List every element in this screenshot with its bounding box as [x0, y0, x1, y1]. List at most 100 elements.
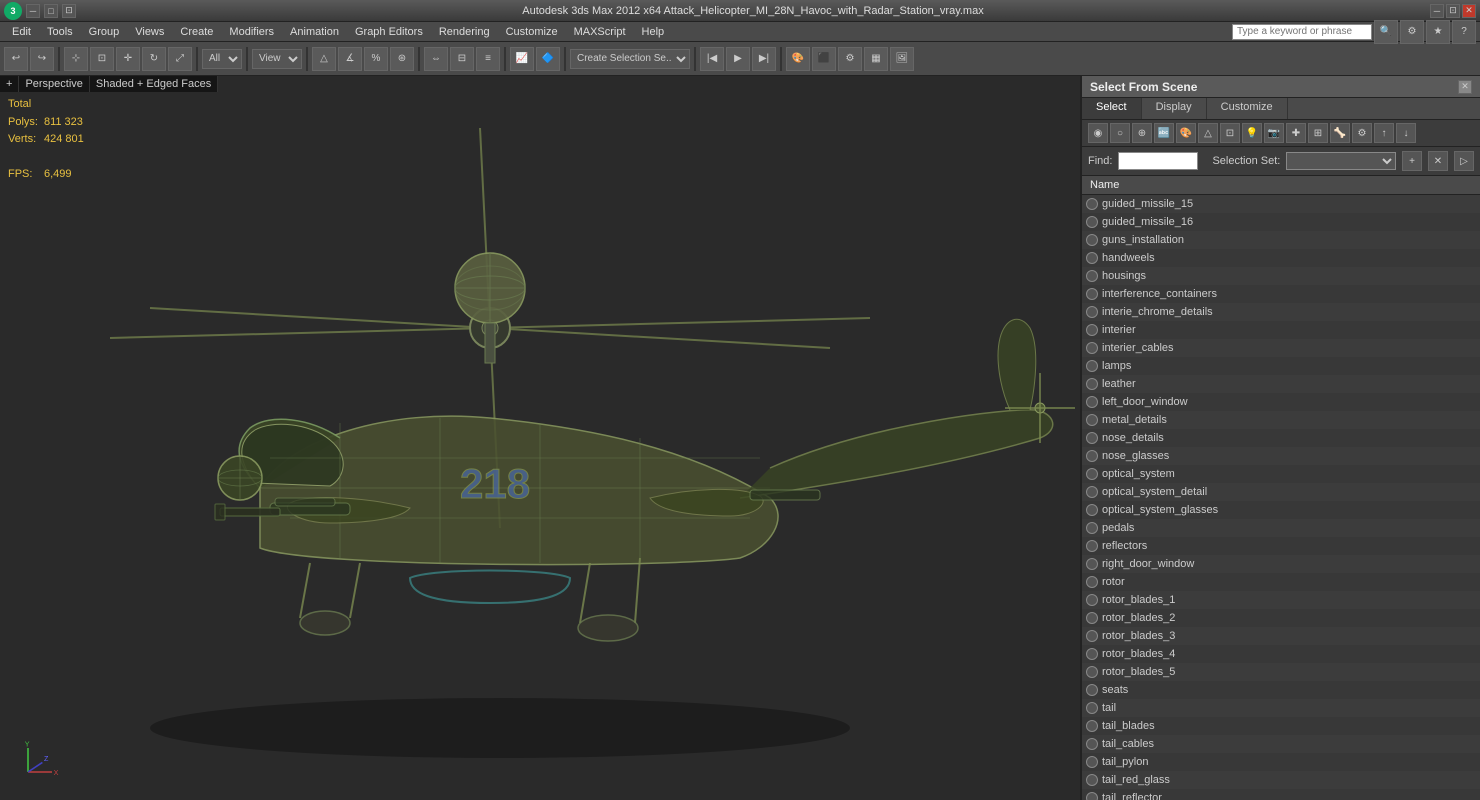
object-list[interactable]: guided_missile_15guided_missile_16guns_i…: [1082, 195, 1480, 800]
schematic-btn[interactable]: 🔷: [536, 47, 560, 71]
menu-tools[interactable]: Tools: [39, 24, 81, 40]
list-item[interactable]: guided_missile_15: [1082, 195, 1480, 213]
menu-help[interactable]: Help: [634, 24, 673, 40]
select-object-btn[interactable]: ⊹: [64, 47, 88, 71]
list-item[interactable]: interie_chrome_details: [1082, 303, 1480, 321]
render-btn[interactable]: 🎨: [786, 47, 810, 71]
viewport-perspective-tag[interactable]: Perspective: [19, 76, 89, 92]
layer-btn[interactable]: ≡: [476, 47, 500, 71]
list-item[interactable]: pedals: [1082, 519, 1480, 537]
invert-sel-btn[interactable]: ⊕: [1132, 123, 1152, 143]
move-btn[interactable]: ✛: [116, 47, 140, 71]
menu-modifiers[interactable]: Modifiers: [221, 24, 282, 40]
list-item[interactable]: optical_system_detail: [1082, 483, 1480, 501]
list-item[interactable]: tail_reflector: [1082, 789, 1480, 800]
viewport-shading-tag[interactable]: Shaded + Edged Faces: [90, 76, 218, 92]
list-item[interactable]: metal_details: [1082, 411, 1480, 429]
list-item[interactable]: rotor: [1082, 573, 1480, 591]
list-item[interactable]: interference_containers: [1082, 285, 1480, 303]
sel-by-name-btn[interactable]: 🔤: [1154, 123, 1174, 143]
render-setup-btn[interactable]: ⚙: [838, 47, 862, 71]
list-item[interactable]: nose_details: [1082, 429, 1480, 447]
restore-btn[interactable]: □: [44, 4, 58, 18]
material-editor-btn[interactable]: ⬛: [812, 47, 836, 71]
menu-create[interactable]: Create: [172, 24, 221, 40]
prev-frame-btn[interactable]: |◀: [700, 47, 724, 71]
list-item[interactable]: rotor_blades_2: [1082, 609, 1480, 627]
filter-cameras-btn[interactable]: 📷: [1264, 123, 1284, 143]
del-sel-set-btn[interactable]: ✕: [1428, 151, 1448, 171]
scale-btn[interactable]: ⤢: [168, 47, 192, 71]
maximize-btn[interactable]: ⊡: [62, 4, 76, 18]
sel-by-color-btn[interactable]: 🎨: [1176, 123, 1196, 143]
search-input[interactable]: [1232, 24, 1372, 40]
tab-display[interactable]: Display: [1142, 98, 1207, 119]
panel-close-btn[interactable]: ✕: [1458, 80, 1472, 94]
list-item[interactable]: tail_blades: [1082, 717, 1480, 735]
next-frame-btn[interactable]: ▶|: [752, 47, 776, 71]
menu-maxscript[interactable]: MAXScript: [566, 24, 634, 40]
mirror-btn[interactable]: ⇔: [424, 47, 448, 71]
list-item[interactable]: tail_cables: [1082, 735, 1480, 753]
list-item[interactable]: right_door_window: [1082, 555, 1480, 573]
list-item[interactable]: reflectors: [1082, 537, 1480, 555]
render-frame-btn[interactable]: ▦: [864, 47, 888, 71]
window-minimize-btn[interactable]: ─: [1430, 4, 1444, 18]
help-btn[interactable]: ?: [1452, 20, 1476, 44]
align-btn[interactable]: ⊟: [450, 47, 474, 71]
list-item[interactable]: handweels: [1082, 249, 1480, 267]
menu-rendering[interactable]: Rendering: [431, 24, 498, 40]
create-selection-set[interactable]: Create Selection Se...: [570, 49, 690, 69]
angle-snap-btn[interactable]: ∡: [338, 47, 362, 71]
redo-btn[interactable]: ↪: [30, 47, 54, 71]
viewport[interactable]: + Perspective Shaded + Edged Faces Total…: [0, 76, 1080, 800]
list-item[interactable]: guided_missile_16: [1082, 213, 1480, 231]
spinner-snap-btn[interactable]: ⊛: [390, 47, 414, 71]
filter-geometry-btn[interactable]: △: [1198, 123, 1218, 143]
selection-set-dropdown[interactable]: [1286, 152, 1396, 170]
list-item[interactable]: interier: [1082, 321, 1480, 339]
bookmark-btn[interactable]: ★: [1426, 20, 1450, 44]
options-btn[interactable]: ⚙: [1352, 123, 1372, 143]
curve-editor-btn[interactable]: 📈: [510, 47, 534, 71]
tab-customize[interactable]: Customize: [1207, 98, 1288, 119]
menu-customize[interactable]: Customize: [498, 24, 566, 40]
filter-select[interactable]: All: [202, 49, 242, 69]
select-all-btn[interactable]: ◉: [1088, 123, 1108, 143]
select-none-btn[interactable]: ○: [1110, 123, 1130, 143]
new-sel-set-btn[interactable]: +: [1402, 151, 1422, 171]
list-item[interactable]: lamps: [1082, 357, 1480, 375]
window-close-btn[interactable]: ✕: [1462, 4, 1476, 18]
list-item[interactable]: interier_cables: [1082, 339, 1480, 357]
filter-bones-btn[interactable]: 🦴: [1330, 123, 1350, 143]
list-item[interactable]: rotor_blades_3: [1082, 627, 1480, 645]
percent-snap-btn[interactable]: %: [364, 47, 388, 71]
list-item[interactable]: rotor_blades_4: [1082, 645, 1480, 663]
list-item[interactable]: guns_installation: [1082, 231, 1480, 249]
list-item[interactable]: seats: [1082, 681, 1480, 699]
list-item[interactable]: tail: [1082, 699, 1480, 717]
filter-spaces-btn[interactable]: ⊞: [1308, 123, 1328, 143]
filter-shapes-btn[interactable]: ⊡: [1220, 123, 1240, 143]
list-item[interactable]: optical_system_glasses: [1082, 501, 1480, 519]
list-item[interactable]: housings: [1082, 267, 1480, 285]
list-item[interactable]: rotor_blades_1: [1082, 591, 1480, 609]
undo-btn[interactable]: ↩: [4, 47, 28, 71]
list-item[interactable]: leather: [1082, 375, 1480, 393]
highlight-sel-btn[interactable]: ▷: [1454, 151, 1474, 171]
menu-group[interactable]: Group: [81, 24, 128, 40]
find-input[interactable]: [1118, 152, 1198, 170]
window-restore-btn[interactable]: ⊡: [1446, 4, 1460, 18]
minimize-btn[interactable]: ─: [26, 4, 40, 18]
sort-asc-btn[interactable]: ↑: [1374, 123, 1394, 143]
menu-edit[interactable]: Edit: [4, 24, 39, 40]
list-item[interactable]: nose_glasses: [1082, 447, 1480, 465]
list-item[interactable]: left_door_window: [1082, 393, 1480, 411]
play-btn[interactable]: ▶: [726, 47, 750, 71]
list-item[interactable]: optical_system: [1082, 465, 1480, 483]
menu-animation[interactable]: Animation: [282, 24, 347, 40]
list-item[interactable]: rotor_blades_5: [1082, 663, 1480, 681]
rotate-btn[interactable]: ↻: [142, 47, 166, 71]
filter-helpers-btn[interactable]: ✚: [1286, 123, 1306, 143]
filter-lights-btn[interactable]: 💡: [1242, 123, 1262, 143]
